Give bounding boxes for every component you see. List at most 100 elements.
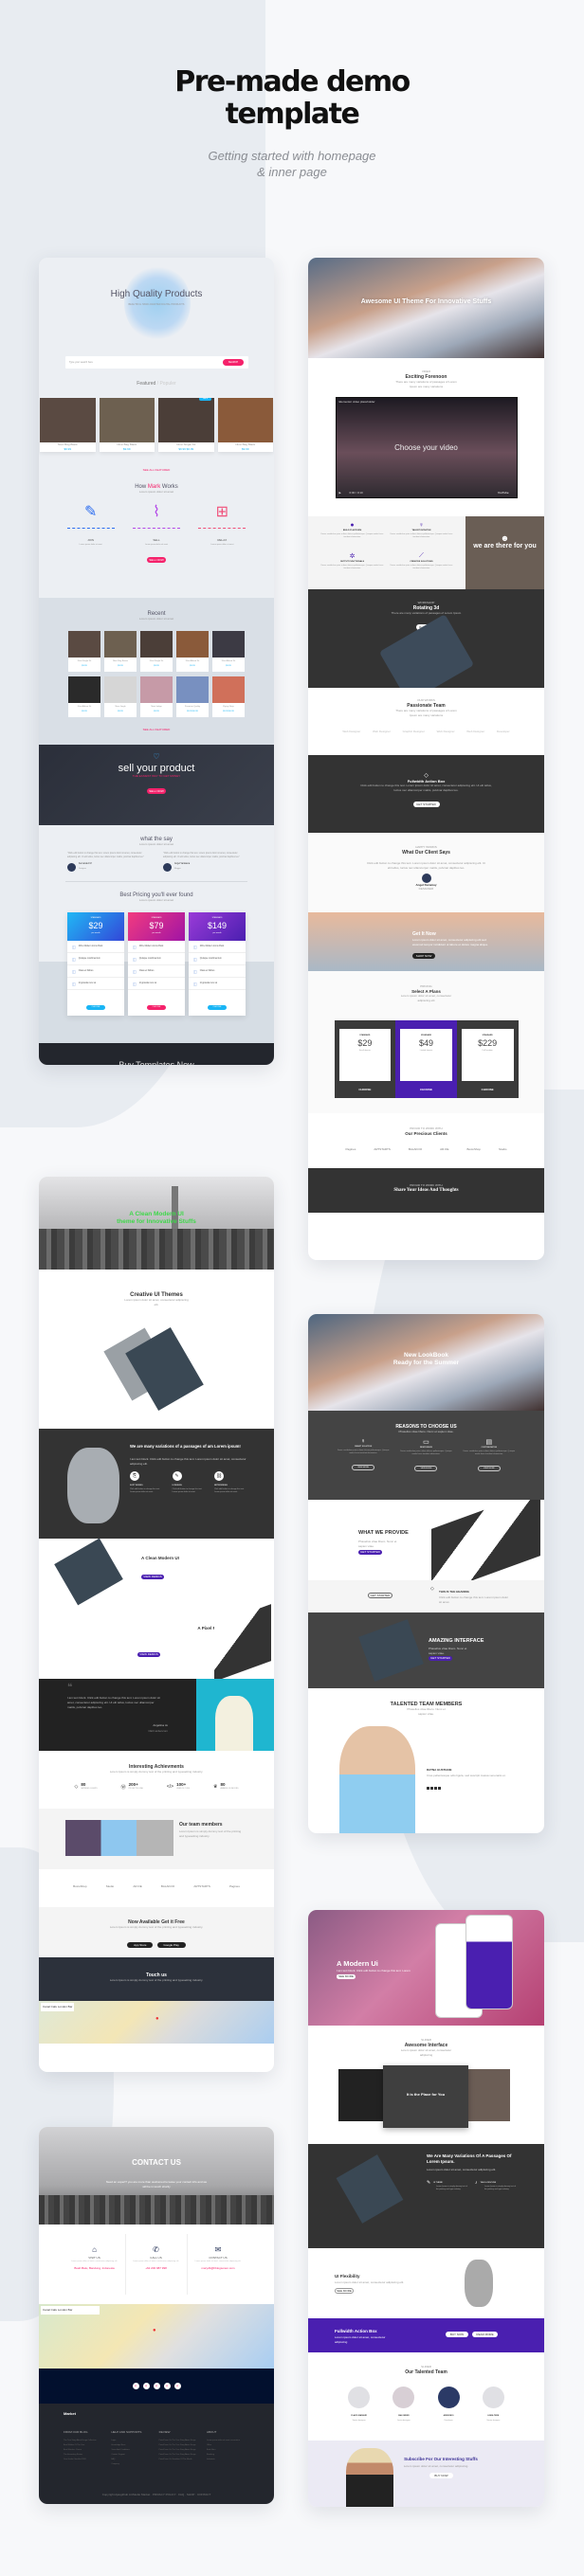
- sell-now-button[interactable]: SELL NOW: [147, 557, 166, 563]
- footer-link[interactable]: Your Guide Checklist 2018: [64, 2458, 105, 2462]
- product-card[interactable]: Nixxi Indigo $9.99: [140, 676, 173, 717]
- product-card[interactable]: Nixxi Bag Brown $9.99: [104, 631, 137, 672]
- social-icons: [427, 1787, 441, 1790]
- contact-value[interactable]: marydb@hblogsonen.com: [188, 2266, 249, 2271]
- sofa-icon: ⊞: [198, 502, 246, 529]
- view-demos-button[interactable]: VIEW DEMOS: [137, 1652, 160, 1657]
- view-more-button[interactable]: VIEW MORE: [414, 1466, 438, 1471]
- view-demos-button[interactable]: VIEW DEMOS: [141, 1575, 164, 1579]
- demo-card-agency[interactable]: Awesome UI Theme For Innovative Stuffs V…: [308, 258, 544, 1260]
- creative-section: Creative UI Themes Lorem ipsum dolor sit…: [39, 1270, 274, 1429]
- see-all-link[interactable]: SEE ALL FEATURED: [39, 468, 274, 473]
- video-player[interactable]: Elementor video placeholder Choose your …: [335, 397, 518, 498]
- facebook-icon[interactable]: ●: [132, 2383, 139, 2389]
- get-started-button[interactable]: GET STARTED: [412, 802, 440, 807]
- team-member-role: Web Designer: [372, 730, 391, 733]
- see-all-link[interactable]: SEE ALL FEATURED: [39, 728, 274, 732]
- choose-button[interactable]: CHOOSE: [147, 1005, 166, 1010]
- product-card[interactable]: Nixxi Bag Black $9.99: [40, 398, 96, 452]
- product-card[interactable]: Nixxi Jingle $9.99: [104, 676, 137, 717]
- contact-value[interactable]: +62 200 987 998: [126, 2266, 187, 2271]
- twitter-icon[interactable]: ●: [142, 2383, 150, 2389]
- play-icon[interactable]: ▶: [339, 491, 341, 495]
- map[interactable]: Canal Cafe London Bar ●: [39, 2304, 274, 2369]
- page-title: Pre-made demo template: [174, 65, 411, 131]
- code-icon: </>: [166, 1784, 174, 1790]
- app-screens-image: [214, 1604, 271, 1679]
- product-card[interactable]: Nixxi Single Kit $9.99 $6.99 SALE: [158, 398, 214, 452]
- edit-icon: ✎: [172, 1471, 182, 1481]
- tab-populer[interactable]: Populer: [159, 381, 175, 387]
- product-image: [104, 676, 137, 703]
- share-ideas: PROUD TO WORK WITH Share Your Ideas And …: [308, 1168, 544, 1213]
- product-card[interactable]: Nixxi Bag Black $9.99: [217, 398, 273, 452]
- demo-card-shop[interactable]: High Quality Products BEAUTIFUL HAND-CRA…: [39, 258, 274, 1065]
- product-card[interactable]: Nixxi Album Kit $9.99: [176, 631, 209, 672]
- product-card[interactable]: Flying Ninja $9.99 $6.99: [212, 676, 245, 717]
- get-started-button[interactable]: GET STARTED: [429, 1656, 452, 1661]
- footer-link[interactable]: PeterParse On Sunshine Of The Month: [159, 2458, 201, 2462]
- demo-card-contact[interactable]: CONTACT US Need an expert? you are more …: [39, 2127, 274, 2504]
- modern-hero: A Modern Ui I am text block. Click edit …: [308, 1910, 544, 2026]
- action-box: Fullwidth Action Box Lorem ipsum dolor s…: [308, 2318, 544, 2352]
- view-more-button[interactable]: VIEW MORE: [352, 1465, 375, 1470]
- product-card[interactable]: Nixxi Single Kit $9.99: [140, 631, 173, 672]
- get-started-button[interactable]: GET STARTED: [358, 1550, 382, 1555]
- product-card[interactable]: Nixxi Bag Black $9.99: [99, 398, 155, 452]
- variations-section: We are many variations of a passages of …: [39, 1429, 274, 1539]
- feature-icon: ◫: [72, 969, 76, 974]
- slide-preview-active[interactable]: It is the Place for You: [383, 2065, 468, 2128]
- sell-now-button[interactable]: SELL NOW: [147, 788, 166, 794]
- footer-column: ABOUT Lorem ipsum dolor sit amet consecte…: [207, 2430, 248, 2467]
- dribbble-icon[interactable]: ●: [173, 2383, 181, 2389]
- product-card[interactable]: Nixxi Album Kit $9.99: [68, 676, 100, 717]
- search-button[interactable]: SEARCH: [223, 359, 244, 366]
- buy-now-button[interactable]: BUY NOW: [446, 2332, 468, 2337]
- client-logo: ARTSTARTS: [193, 1884, 210, 1888]
- product-card[interactable]: Premium Quality $9.99 $6.99: [176, 676, 209, 717]
- product-card[interactable]: Nixxi Album Kit $9.99: [212, 631, 245, 672]
- choose-button[interactable]: CHOOSE: [462, 1088, 514, 1092]
- product-card[interactable]: Nixxi Single Kit $9.99: [68, 631, 100, 672]
- map-pin-icon: ●: [153, 2328, 156, 2333]
- shop-now-button[interactable]: SHOP NOW: [412, 953, 435, 959]
- choose-button[interactable]: CHOOSE: [208, 1005, 227, 1010]
- video-placeholder-text: Choose your video: [394, 443, 458, 452]
- plan-feature: ◫ 200+ Modern Icons Pack: [189, 941, 246, 953]
- demo-card-modern[interactable]: A Modern Ui I am text block. Click edit …: [308, 1910, 544, 2507]
- map[interactable]: Canal Cafe London Bar ●: [39, 2001, 274, 2044]
- quote-text: "Click edit button to change this text. …: [163, 853, 241, 858]
- team-photo: [65, 1820, 173, 1856]
- client-says: HAPPY WORDS What Our Client Says Click e…: [308, 833, 544, 912]
- app-store-button[interactable]: App Store: [127, 1942, 154, 1948]
- footer-link[interactable]: Indonesia: [207, 2458, 248, 2462]
- read-more-button[interactable]: READ MORE: [472, 2332, 498, 2337]
- footer-link[interactable]: Company: [111, 2462, 153, 2467]
- avatar: [392, 2387, 415, 2408]
- see-more-button[interactable]: SEE MORE: [335, 2288, 354, 2294]
- google-plus-icon[interactable]: ●: [153, 2383, 160, 2389]
- google-play-button[interactable]: Google Play: [156, 1942, 186, 1948]
- view-more-button[interactable]: VIEW MORE: [477, 1466, 501, 1471]
- contact-value[interactable]: Buah Batu, Bandung, Indonesia: [64, 2266, 125, 2271]
- footer-logo[interactable]: Market: [64, 2411, 76, 2416]
- get-started-button[interactable]: GET STARTED: [368, 1593, 392, 1598]
- client-logo: AR·DE: [440, 1147, 449, 1151]
- buy-now-button[interactable]: BUY NOW: [429, 2473, 453, 2478]
- recent-section: Recent Lorem ipsum dolor sit amet Nixxi …: [39, 598, 274, 745]
- smartwatch-image: [54, 1539, 123, 1606]
- search-input[interactable]: Type your search here SEARCH: [65, 356, 248, 369]
- choose-button[interactable]: CHOOSE: [86, 1005, 105, 1010]
- see-more-button[interactable]: SEE MORE: [337, 1974, 356, 1979]
- tab-featured[interactable]: Featured: [137, 381, 155, 387]
- product-price: $9.99: [226, 665, 231, 667]
- testimonial: "Click edit button to change this text. …: [163, 853, 246, 872]
- youtube-logo[interactable]: YouTube: [498, 491, 509, 495]
- demo-card-lookbook[interactable]: New LookBook Ready for the Summer REASONS…: [308, 1314, 544, 1833]
- feature-icon: ◫: [133, 957, 137, 962]
- product-image: [212, 676, 245, 703]
- choose-button[interactable]: CHOOSE: [400, 1088, 452, 1092]
- choose-button[interactable]: CHOOSE: [339, 1088, 392, 1092]
- demo-card-creative[interactable]: A Clean Modern UI theme for Innovative St…: [39, 1177, 274, 2072]
- instagram-icon[interactable]: ●: [163, 2383, 171, 2389]
